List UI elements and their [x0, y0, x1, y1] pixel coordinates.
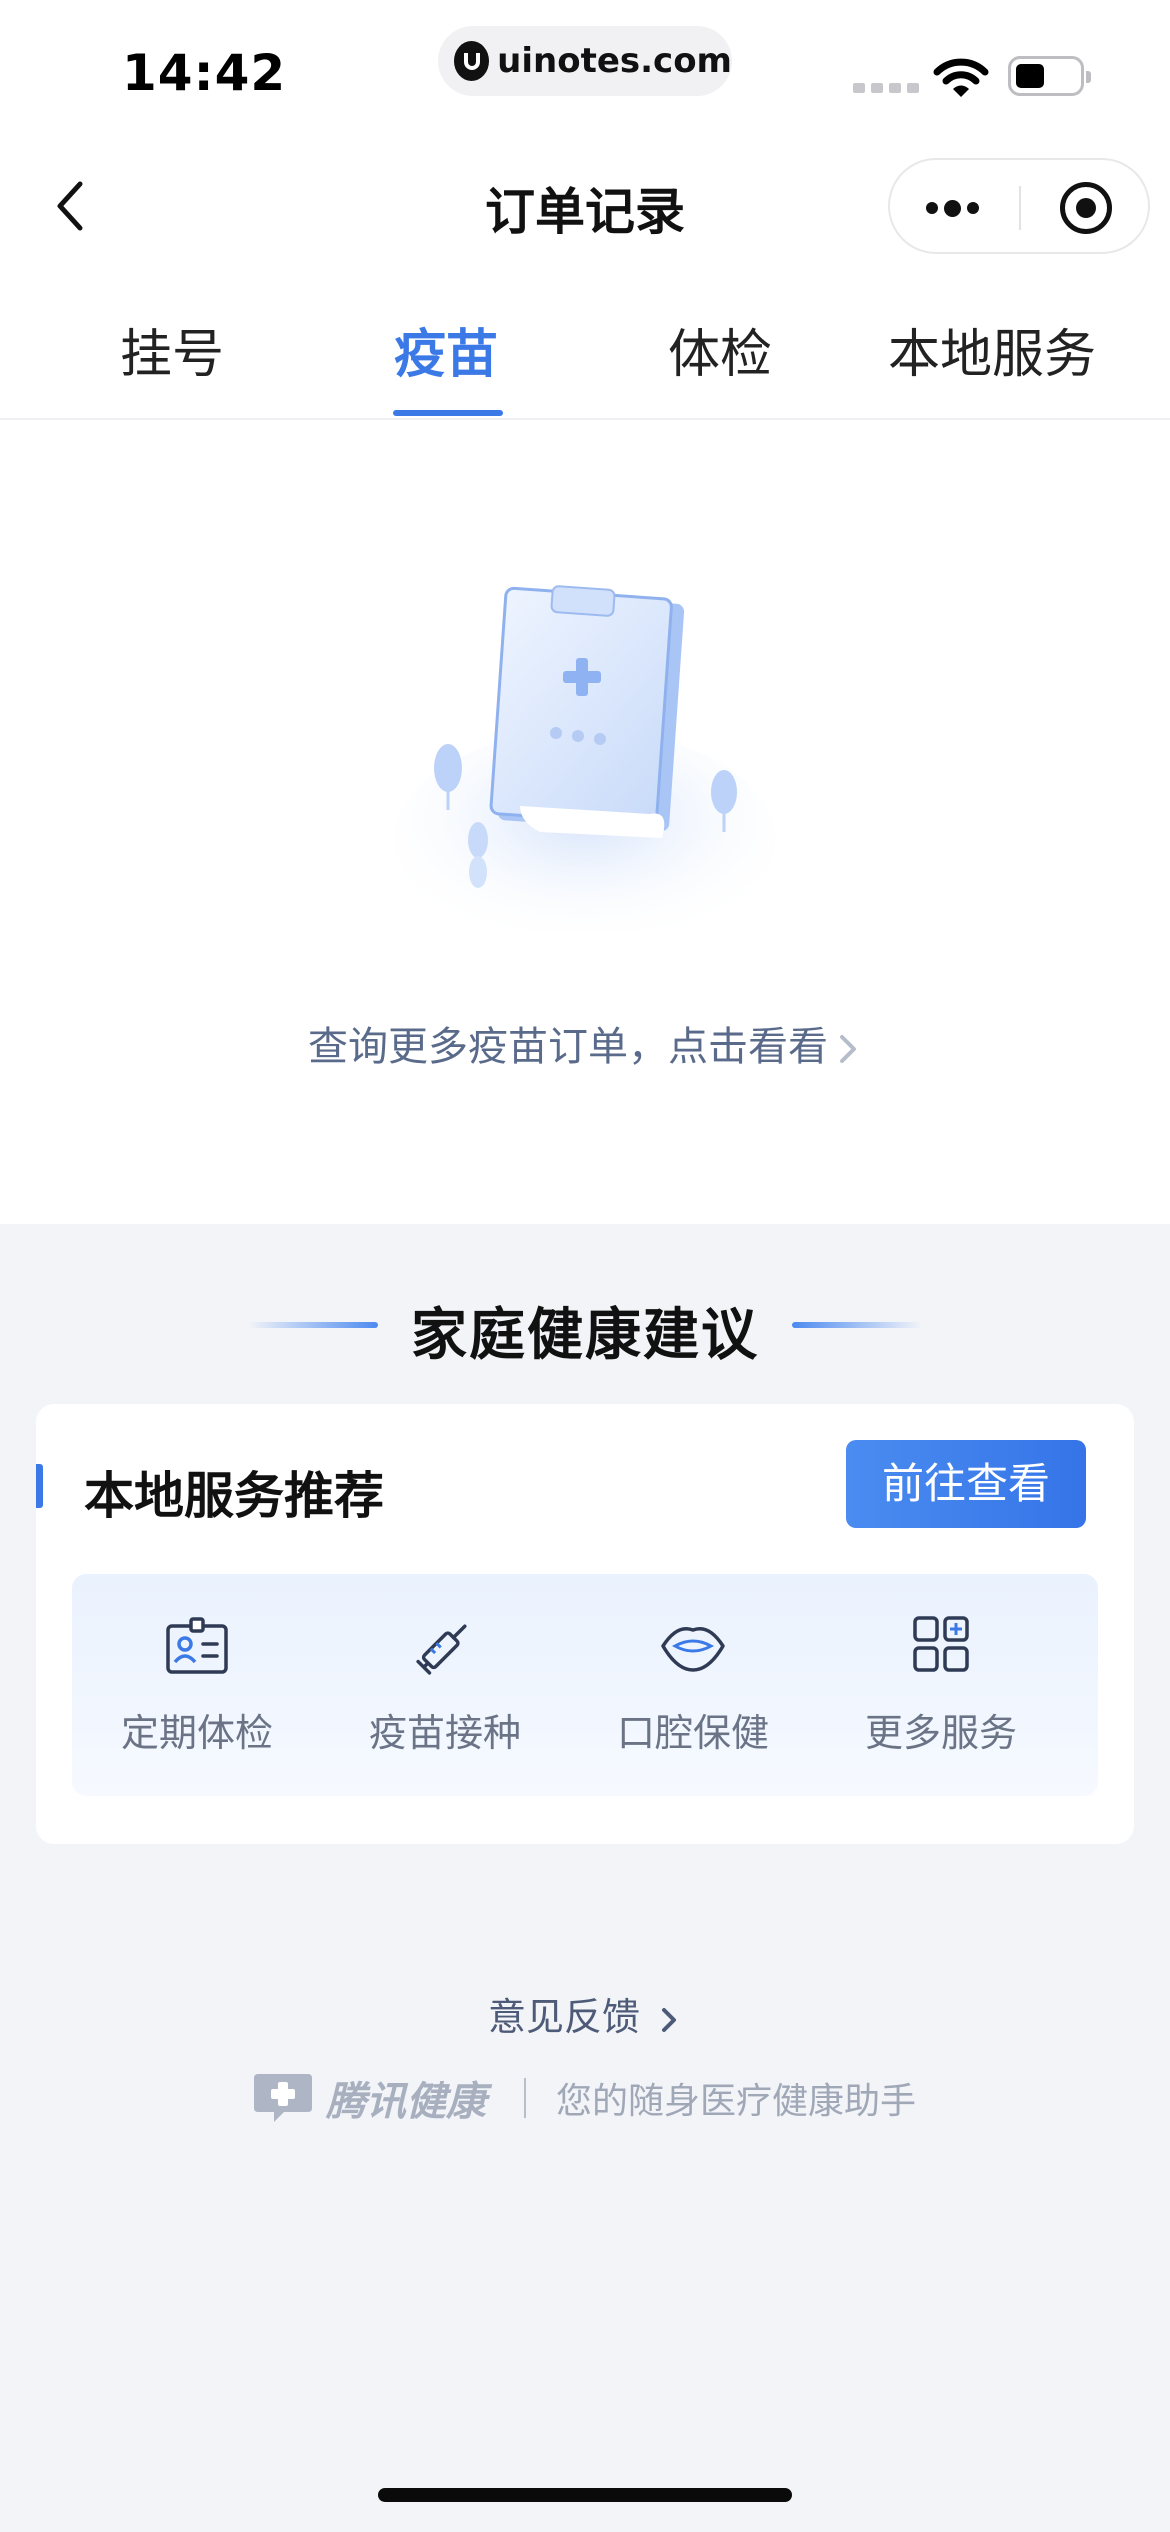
local-service-card: 本地服务推荐 前往查看 定期体检 疫苗接种 口腔保健 更多服务: [36, 1404, 1134, 1844]
more-button[interactable]: [926, 198, 986, 218]
mouth-icon: [661, 1627, 725, 1672]
service-checkup-label: 定期体检: [120, 1711, 273, 1755]
wifi-icon: [933, 56, 989, 104]
miniprogram-capsule: [888, 158, 1150, 254]
syringe-icon: [416, 1624, 467, 1675]
service-oral-care-label: 口腔保健: [616, 1711, 769, 1755]
id-card-icon: [166, 1617, 228, 1674]
tab-registration[interactable]: 挂号: [120, 312, 224, 387]
close-miniprogram-button[interactable]: [1060, 182, 1112, 234]
capsule-divider: [1019, 186, 1021, 230]
active-tab-indicator: [393, 410, 503, 416]
service-more[interactable]: 更多服务: [816, 1614, 1066, 1757]
url-badge: uinotes.com: [438, 26, 732, 96]
tabs-divider: [0, 418, 1170, 420]
tab-checkup[interactable]: 体检: [668, 312, 772, 387]
chevron-right-icon: [840, 1035, 856, 1063]
grid-plus-icon: [913, 1616, 969, 1672]
feedback-link[interactable]: 意见反馈: [0, 1986, 1170, 2041]
url-text: uinotes.com: [497, 41, 732, 81]
tencent-health-logo-icon: [254, 2074, 312, 2122]
service-vaccination[interactable]: 疫苗接种: [320, 1614, 570, 1757]
feedback-label: 意见反馈: [487, 1995, 640, 2039]
service-more-label: 更多服务: [864, 1711, 1017, 1755]
view-button[interactable]: 前往查看: [846, 1440, 1086, 1528]
brand-separator: [524, 2078, 526, 2118]
brand-slogan: 您的随身医疗健康助手: [556, 2081, 917, 2122]
brand-name: 腾讯健康: [326, 2079, 486, 2125]
cellular-signal-icon: [853, 83, 919, 93]
heading-decoration-right: [792, 1322, 922, 1328]
card-title: 本地服务推荐: [84, 1467, 384, 1525]
card-title-accent: [36, 1464, 43, 1508]
site-logo-icon: [454, 41, 490, 81]
footer-brand: 腾讯健康 您的随身医疗健康助手: [250, 2068, 916, 2128]
empty-orders-illustration: [380, 570, 800, 950]
tab-vaccine[interactable]: 疫苗: [394, 312, 498, 387]
service-checkup[interactable]: 定期体检: [72, 1614, 322, 1757]
service-vaccination-label: 疫苗接种: [368, 1711, 521, 1755]
more-vaccine-orders-link[interactable]: 查询更多疫苗订单，点击看看: [0, 1014, 1170, 1072]
tab-local-service[interactable]: 本地服务: [888, 312, 1096, 387]
status-time: 14:42: [122, 44, 287, 102]
section-heading: 家庭健康建议: [411, 1303, 759, 1368]
service-oral-care[interactable]: 口腔保健: [568, 1614, 818, 1757]
order-tabs: 挂号 疫苗 体检 本地服务: [0, 300, 1170, 420]
service-grid: 定期体检 疫苗接种 口腔保健 更多服务: [72, 1574, 1098, 1796]
chevron-right-icon: [662, 2007, 677, 2032]
home-indicator[interactable]: [378, 2488, 792, 2502]
more-vaccine-orders-label: 查询更多疫苗订单，点击看看: [308, 1024, 828, 1070]
battery-icon: [1008, 56, 1091, 96]
